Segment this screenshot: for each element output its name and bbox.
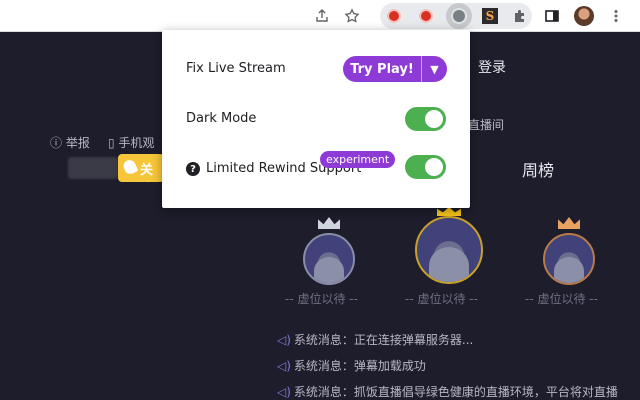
sidebar-icon[interactable] [540, 4, 564, 28]
toggle-knob [425, 110, 443, 128]
system-message: ◁) 系统消息：正在连接弹幕服务器... [277, 333, 474, 347]
rank-2-avatar[interactable] [303, 233, 355, 285]
bookmark-star-icon[interactable] [340, 4, 364, 28]
rank-1-avatar[interactable] [415, 216, 483, 284]
toggle-knob [425, 158, 443, 176]
heart-icon [121, 158, 139, 176]
record-extension-icon[interactable] [382, 4, 406, 28]
speaker-icon: ◁) [277, 359, 291, 373]
system-message: ◁) 系统消息：抓饭直播倡导绿色健康的直播环境，平台将对直播 [277, 385, 618, 399]
report-link[interactable]: ⓘ 举报 [50, 134, 90, 151]
phone-icon: ▯ [108, 136, 119, 150]
puzzle-icon[interactable] [508, 4, 532, 28]
limited-rewind-toggle[interactable] [405, 155, 446, 179]
speaker-icon: ◁) [277, 333, 291, 347]
blurred-streamer-name [68, 157, 118, 179]
rank-3-avatar[interactable] [543, 233, 595, 285]
active-extension-icon[interactable] [446, 3, 472, 29]
speaker-icon: ◁) [277, 385, 291, 399]
try-play-dropdown[interactable]: ▼ [421, 56, 447, 82]
chevron-down-icon: ▼ [430, 62, 439, 76]
weekly-ranking-tab[interactable]: 周榜 [522, 157, 554, 181]
login-link[interactable]: 登录 [478, 57, 506, 77]
live-room-link[interactable]: 直播间 [468, 116, 504, 133]
info-icon: ⓘ [50, 136, 66, 150]
experiment-badge: experiment [320, 151, 396, 168]
dark-mode-label: Dark Mode [186, 111, 257, 126]
rank-3-vacant: -- 虚位以待 -- [525, 292, 598, 306]
dark-mode-toggle[interactable] [405, 107, 446, 131]
rank-1-vacant: -- 虚位以待 -- [405, 292, 478, 306]
share-icon[interactable] [310, 4, 334, 28]
try-play-button[interactable]: Try Play! [343, 56, 421, 82]
fix-live-stream-label: Fix Live Stream [186, 61, 286, 76]
phone-watch-link[interactable]: ▯ 手机观 [108, 134, 154, 151]
system-message: ◁) 系统消息：弹幕加载成功 [277, 359, 426, 373]
follow-button[interactable]: 关注 [118, 154, 164, 182]
rank-2-vacant: -- 虚位以待 -- [285, 292, 358, 306]
s-extension-icon[interactable]: S [478, 4, 502, 28]
record-extension-icon[interactable] [414, 4, 438, 28]
more-icon[interactable] [604, 4, 628, 28]
help-icon[interactable]: ? [186, 162, 200, 176]
browser-toolbar: S [0, 0, 640, 32]
extension-popup: Fix Live Stream Try Play! ▼ Dark Mode ? … [162, 30, 470, 208]
try-play-split-button: Try Play! ▼ [343, 56, 447, 82]
profile-avatar[interactable] [572, 4, 596, 28]
